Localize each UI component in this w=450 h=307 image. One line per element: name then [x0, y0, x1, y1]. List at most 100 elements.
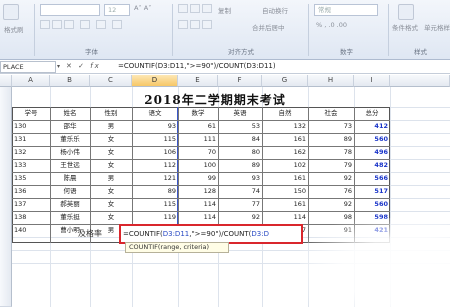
table-cell[interactable]: 男: [92, 172, 130, 184]
paste-icon[interactable]: [3, 4, 19, 20]
table-cell[interactable]: 128: [180, 185, 216, 197]
sheet-title[interactable]: 2018年二学期期末考试: [95, 91, 335, 108]
function-tooltip[interactable]: COUNTIF(range, criteria): [125, 242, 229, 253]
italic-button[interactable]: [52, 20, 62, 29]
column-header-i[interactable]: I: [354, 75, 390, 87]
total-cell[interactable]: 412: [356, 120, 388, 132]
table-cell[interactable]: 84: [220, 133, 260, 145]
total-cell[interactable]: 482: [356, 159, 388, 171]
table-cell[interactable]: 女: [92, 198, 130, 210]
table-cell[interactable]: 53: [220, 120, 260, 132]
column-header-b[interactable]: B: [50, 75, 90, 87]
header-cell[interactable]: 语文: [134, 107, 176, 119]
column-header-f[interactable]: F: [218, 75, 262, 87]
header-cell[interactable]: 性别: [92, 107, 130, 119]
header-cell[interactable]: 英语: [220, 107, 260, 119]
table-cell[interactable]: 男: [92, 120, 130, 132]
format-painter-label[interactable]: 格式刷: [4, 24, 24, 34]
table-cell[interactable]: 89: [310, 133, 352, 145]
table-cell[interactable]: 161: [264, 133, 306, 145]
copy-label[interactable]: 复制: [218, 5, 231, 15]
table-cell[interactable]: 136: [14, 185, 48, 197]
table-cell[interactable]: 76: [310, 185, 352, 197]
column-header-d[interactable]: D: [132, 75, 178, 87]
table-cell[interactable]: 150: [264, 185, 306, 197]
header-cell[interactable]: 自然: [264, 107, 306, 119]
table-cell[interactable]: 93: [134, 120, 176, 132]
table-cell[interactable]: 王世远: [52, 159, 88, 171]
table-cell[interactable]: 70: [180, 146, 216, 158]
table-cell[interactable]: 杨小伟: [52, 146, 88, 158]
column-header-a[interactable]: A: [12, 75, 50, 87]
wrap-text-button[interactable]: 自动换行: [262, 5, 288, 15]
chevron-down-icon[interactable]: ▾: [57, 63, 60, 70]
fill-color-button[interactable]: [96, 20, 106, 29]
align-top-button[interactable]: [178, 4, 188, 13]
table-cell[interactable]: 137: [14, 198, 48, 210]
table-cell[interactable]: 董乐乐: [52, 133, 88, 145]
font-color-button[interactable]: [112, 20, 122, 29]
align-bottom-button[interactable]: [202, 4, 212, 13]
total-cell[interactable]: 517: [356, 185, 388, 197]
table-cell[interactable]: 114: [180, 198, 216, 210]
select-all-corner[interactable]: [0, 75, 12, 87]
column-header-j[interactable]: [390, 75, 450, 87]
table-cell[interactable]: 140: [14, 224, 48, 236]
total-cell[interactable]: 560: [356, 133, 388, 145]
total-cell[interactable]: 496: [356, 146, 388, 158]
table-cell[interactable]: 106: [134, 146, 176, 158]
table-cell[interactable]: 董乐挺: [52, 211, 88, 223]
table-cell[interactable]: 80: [220, 146, 260, 158]
table-cell[interactable]: 112: [134, 159, 176, 171]
table-cell[interactable]: 女: [92, 146, 130, 158]
table-cell[interactable]: 115: [134, 198, 176, 210]
column-header-h[interactable]: H: [308, 75, 354, 87]
table-cell[interactable]: 102: [264, 159, 306, 171]
table-cell[interactable]: 女: [92, 211, 130, 223]
table-cell[interactable]: 74: [220, 185, 260, 197]
align-left-button[interactable]: [178, 20, 188, 29]
header-cell[interactable]: 学号: [14, 107, 48, 119]
table-cell[interactable]: 130: [14, 120, 48, 132]
fx-icon[interactable]: fx: [90, 62, 101, 70]
formula-input[interactable]: =COUNTIF(D3:D11,">=90")/COUNT(D3:D11): [118, 62, 276, 70]
table-cell[interactable]: 99: [180, 172, 216, 184]
header-cell[interactable]: 总分: [356, 107, 388, 119]
row-header-strip[interactable]: [0, 87, 12, 307]
grow-font-icon[interactable]: A˄ A˅: [134, 4, 151, 12]
table-cell[interactable]: 135: [14, 172, 48, 184]
cell-style-label[interactable]: 单元格样式: [424, 22, 450, 32]
table-cell[interactable]: 132: [264, 120, 306, 132]
table-cell[interactable]: 邵华: [52, 120, 88, 132]
table-cell[interactable]: 133: [14, 159, 48, 171]
table-cell[interactable]: 138: [14, 211, 48, 223]
cancel-icon[interactable]: ✕: [66, 62, 74, 70]
table-cell[interactable]: 93: [220, 172, 260, 184]
border-button[interactable]: [80, 20, 90, 29]
table-cell[interactable]: 陈晨: [52, 172, 88, 184]
table-cell[interactable]: 92: [220, 211, 260, 223]
table-cell[interactable]: 121: [134, 172, 176, 184]
pass-rate-label[interactable]: 及格率: [78, 228, 102, 239]
column-header-g[interactable]: G: [262, 75, 308, 87]
align-right-button[interactable]: [202, 20, 212, 29]
table-cell[interactable]: 132: [14, 146, 48, 158]
merge-center-button[interactable]: 合并后居中: [252, 22, 285, 32]
conditional-format-icon[interactable]: [398, 4, 414, 20]
table-cell[interactable]: 119: [134, 211, 176, 223]
column-header-c[interactable]: C: [90, 75, 132, 87]
table-cell[interactable]: 79: [310, 159, 352, 171]
table-cell[interactable]: 女: [92, 159, 130, 171]
bold-button[interactable]: [40, 20, 50, 29]
table-cell[interactable]: 92: [310, 198, 352, 210]
table-cell[interactable]: 何语: [52, 185, 88, 197]
table-cell[interactable]: 114: [180, 211, 216, 223]
total-cell[interactable]: 560: [356, 198, 388, 210]
pass-rate-edit-cell[interactable]: =COUNTIF(D3:D11,">=90")/COUNT(D3:D: [119, 224, 303, 244]
table-cell[interactable]: 78: [310, 146, 352, 158]
header-cell[interactable]: 数学: [180, 107, 216, 119]
table-cell[interactable]: 女: [92, 185, 130, 197]
table-cell[interactable]: 100: [180, 159, 216, 171]
column-header-e[interactable]: E: [178, 75, 218, 87]
table-cell[interactable]: 162: [264, 146, 306, 158]
